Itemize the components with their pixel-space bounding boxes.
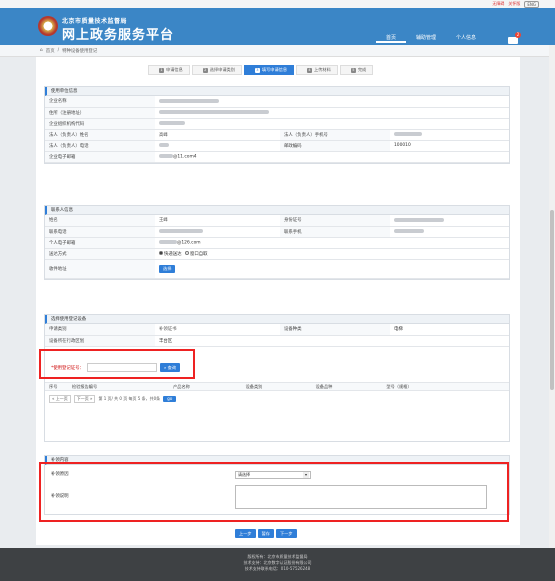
pagination: « 上一页 下一页 » 第 1 页/ 共 0 页 每页 5 条，共0条 go	[49, 395, 177, 403]
apply-type-label: 申请类别	[45, 324, 155, 336]
receive-address-label: 收件地址	[45, 259, 155, 279]
contact-phone-value	[155, 226, 280, 238]
breadcrumb-current: 特种设备使用登记	[62, 48, 98, 54]
legal-name-label: 法人（负责人）姓名	[45, 129, 155, 141]
postcode-label: 邮政编码	[280, 140, 390, 152]
step-4: 4 上传材料	[296, 65, 338, 75]
id-number-value	[390, 215, 509, 227]
col-device-variety: 设备品种	[315, 383, 333, 389]
breadcrumb-home[interactable]: 首页	[46, 48, 55, 54]
legal-mobile-label: 法人（负责人）手机号	[280, 129, 390, 141]
personal-email-value: @126.com	[155, 237, 509, 249]
personal-email-label: 个人电子邮箱	[45, 237, 155, 249]
site-title: 网上政务服务平台	[62, 28, 175, 43]
site-header: 北京市质量技术监督局 网上政务服务平台 首页 辅助管理 个人信息 2	[0, 8, 555, 45]
device-category-label: 设备种类	[280, 324, 390, 336]
select-address-button[interactable]: 选择	[159, 264, 176, 273]
mail-icon[interactable]: 2	[508, 32, 521, 44]
id-number-label: 身份证号	[280, 215, 390, 227]
company-email-value: @11.com4	[155, 151, 509, 163]
nav-aux[interactable]: 辅助管理	[406, 33, 446, 43]
contact-name-label: 姓名	[45, 215, 155, 227]
highlight-box-reissue	[39, 462, 509, 522]
form-actions: 上一步 暂存 下一步	[235, 529, 297, 538]
care-mode-link[interactable]: 关怀版	[508, 1, 520, 7]
address-label: 住所（注册地址）	[45, 107, 155, 119]
save-draft-button[interactable]: 暂存	[257, 529, 274, 538]
mail-badge: 2	[515, 32, 521, 38]
breadcrumb-sep: /	[57, 48, 60, 53]
contact-name-value: 王峰	[155, 215, 280, 227]
step-2: 2 选择申请类别	[191, 65, 242, 75]
delivery-express-radio[interactable]	[159, 251, 163, 255]
breadcrumb: ⌂ 首页 / 特种设备使用登记	[0, 45, 555, 57]
delivery-method-options: 快递送达 窗口自取	[155, 248, 509, 260]
top-utility-bar: 无障碍 关怀版 ENG	[0, 0, 555, 8]
contact-mobile-label: 联系手机	[280, 226, 390, 238]
step-5: 5 完成	[339, 65, 374, 75]
legal-mobile-value	[390, 129, 509, 141]
apply-type-value: 补领证书	[155, 324, 280, 336]
step-1: 1 申请信息	[148, 65, 190, 75]
footer-phone: 技术支持联系电话：010-57526248	[244, 566, 311, 571]
step-3: 3 填写申请信息	[243, 65, 295, 75]
page-scrollbar[interactable]	[549, 45, 555, 548]
district-value: 丰台区	[155, 335, 509, 347]
company-name-value	[155, 96, 509, 108]
main-nav: 首页 辅助管理 个人信息	[376, 33, 486, 43]
emblem-icon	[38, 16, 58, 36]
contact-phone-label: 联系电话	[45, 226, 155, 238]
col-device-class: 设备类别	[245, 383, 263, 389]
contact-mobile-value	[390, 226, 509, 238]
col-product-name: 产品名称	[173, 383, 190, 389]
panel-title: 联系人信息	[45, 206, 509, 215]
scrollbar-thumb[interactable]	[550, 210, 554, 390]
col-model: 型号（规格）	[386, 383, 412, 389]
col-index: 序号	[49, 383, 58, 389]
postcode-value: 100010	[390, 140, 509, 152]
delivery-method-label: 送达方式	[45, 248, 155, 260]
unit-info-panel: 使用单位信息 企业名称 住所（注册地址） 企业组织机构代码 法人（负责人）姓名 …	[44, 86, 510, 164]
prev-step-button[interactable]: 上一步	[235, 529, 256, 538]
nav-home[interactable]: 首页	[376, 33, 407, 43]
go-button[interactable]: go	[163, 396, 177, 402]
highlight-box-cert-search	[39, 349, 195, 379]
receive-address-cell: 选择	[155, 259, 509, 279]
step-progress: 1 申请信息 2 选择申请类别 3 填写申请信息 4 上传材料 5 完成	[148, 65, 375, 75]
device-category-value: 电梯	[390, 324, 509, 336]
next-step-button[interactable]: 下一步	[275, 529, 297, 538]
org-code-label: 企业组织机构代码	[45, 118, 155, 130]
company-name-label: 企业名称	[45, 96, 155, 108]
legal-phone-label: 法人（负责人）电话	[45, 140, 155, 152]
page-info: 第 1 页/ 共 0 页 每页 5 条，共0条	[98, 396, 161, 401]
prev-page-button[interactable]: « 上一页	[49, 395, 71, 403]
home-icon: ⌂	[40, 48, 43, 53]
org-code-value	[155, 118, 509, 130]
panel-title: 选择使用登记设备	[45, 315, 509, 324]
company-email-label: 企业电子邮箱	[45, 151, 155, 163]
next-page-button[interactable]: 下一页 »	[73, 395, 96, 403]
device-table-header: 序号 检验报告编号 产品名称 设备类别 设备品种 型号（规格）	[45, 382, 509, 391]
col-report-no: 检验报告编号	[72, 383, 98, 389]
nav-profile[interactable]: 个人信息	[446, 33, 486, 43]
contact-info-panel: 联系人信息 姓名 王峰 身份证号 联系电话 联系手机 个人电子邮箱 @126.c…	[44, 205, 510, 280]
site-footer: 版权所有：北京市质量技术监督局 技术支持：北京数字认证股份有限公司 技术支持联系…	[0, 548, 555, 581]
district-label: 设备所在行政区划	[45, 335, 155, 347]
legal-phone-value	[155, 140, 280, 152]
language-switch[interactable]: ENG	[524, 0, 539, 8]
address-value	[155, 107, 509, 119]
panel-title: 使用单位信息	[45, 87, 509, 96]
legal-name-value: 高峰	[155, 129, 280, 141]
delivery-window-radio[interactable]	[184, 251, 189, 255]
accessibility-link[interactable]: 无障碍	[492, 1, 504, 7]
